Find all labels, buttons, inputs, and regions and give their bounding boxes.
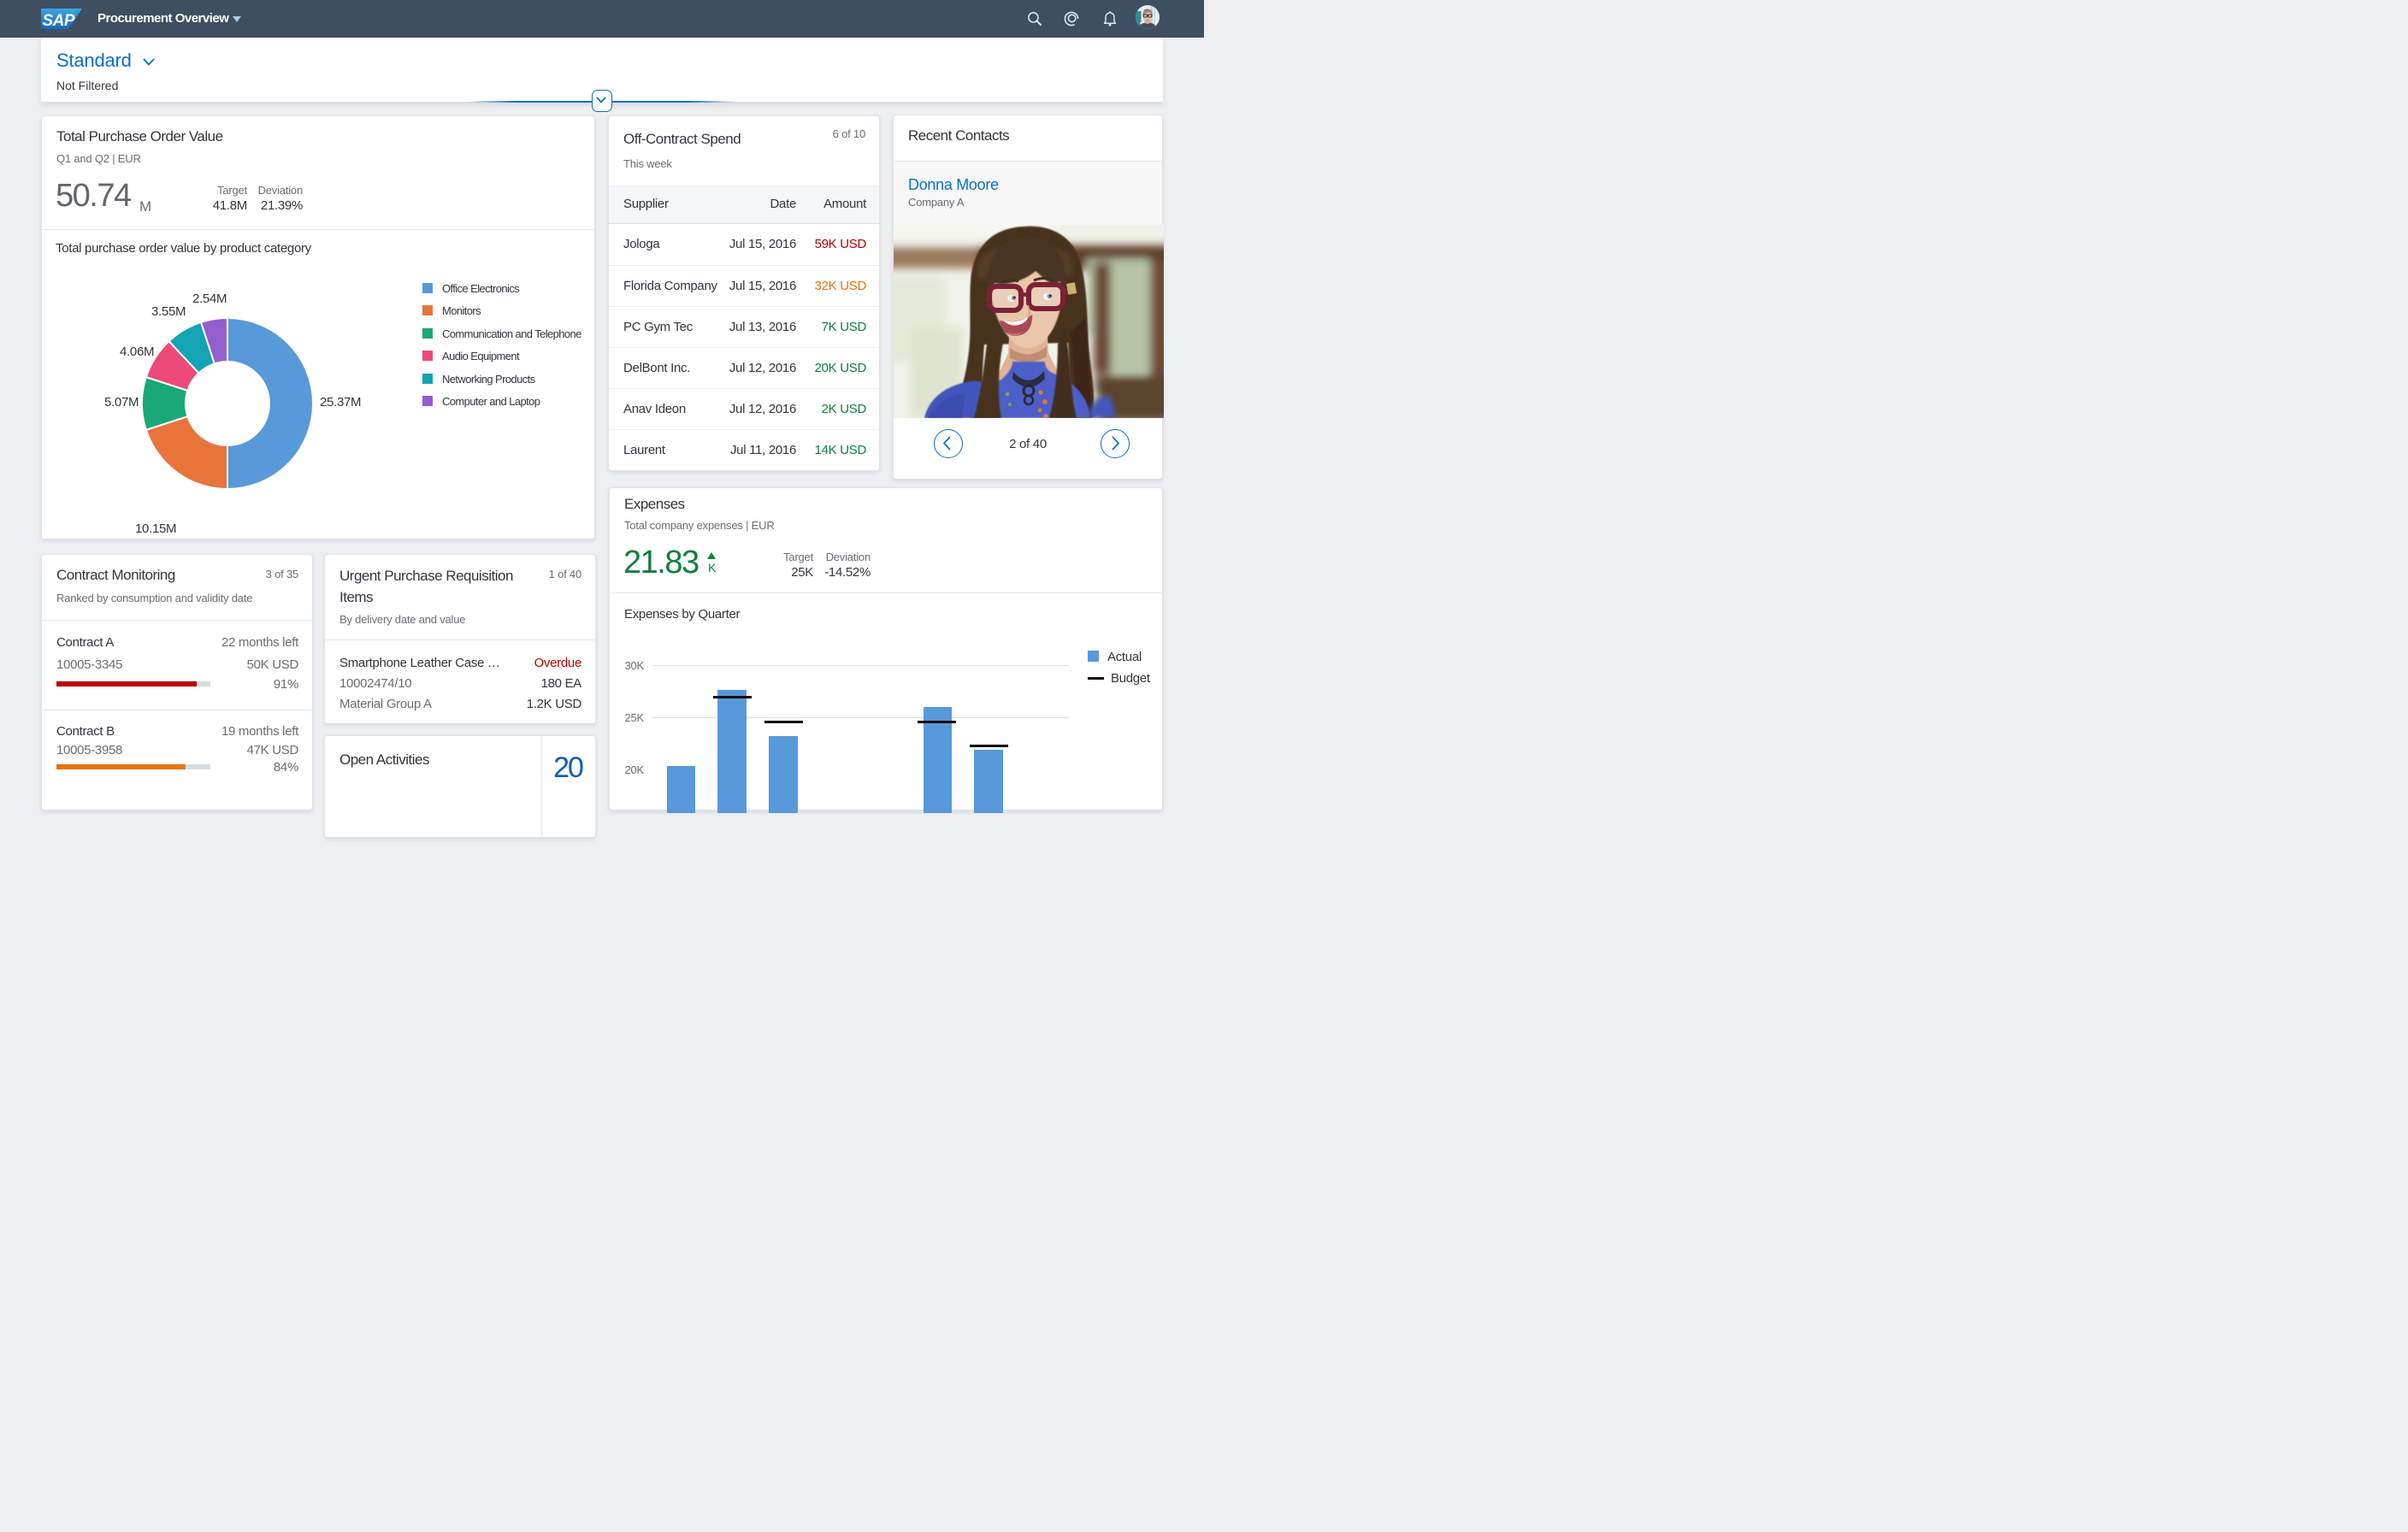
svg-text:SAP: SAP (43, 12, 75, 29)
